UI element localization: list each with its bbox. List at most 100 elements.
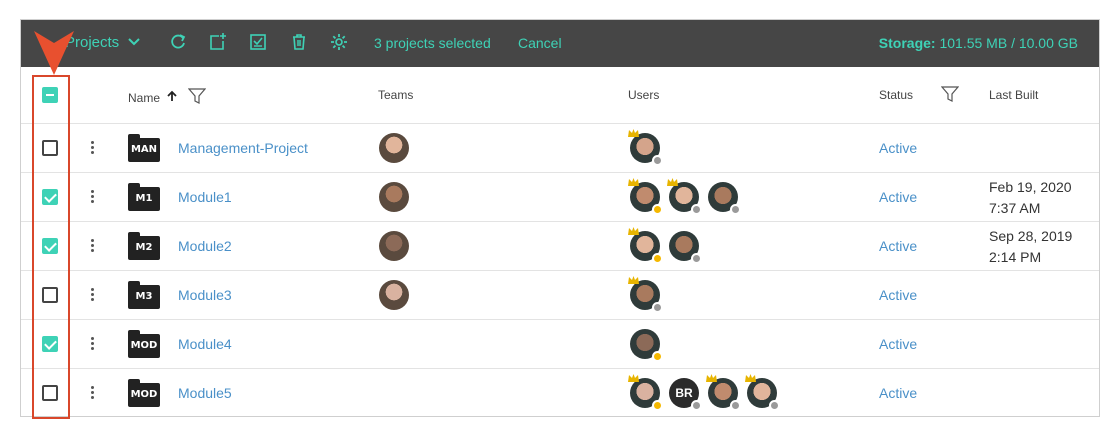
last-built-date: Feb 19, 2020: [989, 179, 1072, 195]
last-built-time: 7:37 AM: [989, 200, 1041, 216]
project-folder-icon: MAN: [128, 134, 160, 162]
presence-indicator: [691, 253, 702, 264]
team-avatar[interactable]: [379, 280, 409, 310]
project-icon-label: MOD: [130, 340, 158, 351]
refresh-icon[interactable]: [168, 32, 188, 52]
user-avatar[interactable]: [667, 178, 702, 215]
status-link[interactable]: Active: [879, 287, 917, 303]
owner-crown-icon: [628, 227, 639, 235]
owner-crown-icon: [745, 374, 756, 382]
project-name-link[interactable]: Module2: [178, 238, 232, 254]
cancel-button[interactable]: Cancel: [518, 35, 562, 51]
more-options-icon[interactable]: [91, 190, 95, 206]
name-header-label: Name: [128, 90, 161, 105]
user-avatar[interactable]: [669, 231, 702, 264]
more-options-icon[interactable]: [91, 337, 95, 353]
status-link[interactable]: Active: [879, 336, 917, 352]
presence-indicator: [730, 204, 741, 215]
presence-indicator: [730, 400, 741, 411]
last-built-value: Sep 28, 2019 2:14 PM: [989, 226, 1072, 268]
presence-indicator: [652, 204, 663, 215]
project-icon-label: MOD: [130, 389, 158, 400]
select-all-icon[interactable]: [248, 32, 268, 52]
project-name-link[interactable]: Module4: [178, 336, 232, 352]
status-link[interactable]: Active: [879, 189, 917, 205]
user-avatar[interactable]: [630, 329, 663, 362]
annotation-arrow-icon: [34, 31, 74, 75]
presence-indicator: [652, 302, 663, 313]
user-avatar[interactable]: [628, 374, 663, 411]
teams-column-header: Teams: [378, 88, 414, 102]
arrow-up-icon[interactable]: [166, 90, 178, 105]
project-name-link[interactable]: Module5: [178, 385, 232, 401]
status-filter-icon[interactable]: [940, 86, 960, 105]
owner-crown-icon: [667, 178, 678, 186]
name-column-header[interactable]: Name: [128, 88, 207, 107]
presence-indicator: [691, 400, 702, 411]
presence-indicator: [691, 204, 702, 215]
more-options-icon[interactable]: [91, 239, 95, 255]
user-avatar[interactable]: [628, 129, 663, 166]
team-avatar[interactable]: [379, 182, 409, 212]
user-avatar[interactable]: [706, 374, 741, 411]
status-link[interactable]: Active: [879, 140, 917, 156]
project-folder-icon: M2: [128, 232, 160, 260]
projects-dropdown[interactable]: Projects: [65, 34, 141, 51]
more-options-icon[interactable]: [91, 386, 95, 402]
storage-value: 101.55 MB / 10.00 GB: [939, 35, 1078, 51]
storage-info: Storage: 101.55 MB / 10.00 GB: [879, 35, 1078, 51]
project-folder-icon: MOD: [128, 379, 160, 407]
owner-crown-icon: [628, 276, 639, 284]
project-name-link[interactable]: Management-Project: [178, 140, 308, 156]
status-column-header[interactable]: Status: [879, 88, 913, 102]
owner-crown-icon: [706, 374, 717, 382]
presence-indicator: [769, 400, 780, 411]
owner-crown-icon: [628, 129, 639, 137]
project-icon-label: M1: [135, 193, 153, 204]
status-link[interactable]: Active: [879, 385, 917, 401]
status-link[interactable]: Active: [879, 238, 917, 254]
delete-icon[interactable]: [289, 32, 309, 52]
user-avatar[interactable]: [745, 374, 780, 411]
toolbar: Projects 3 projects selected Cancel Stor…: [21, 20, 1099, 67]
filter-icon[interactable]: [187, 88, 207, 107]
last-built-date: Sep 28, 2019: [989, 228, 1073, 244]
project-icon-label: M2: [135, 242, 153, 253]
table-header: Name Teams Users Status Last Built: [21, 67, 1099, 124]
users-column-header: Users: [628, 88, 660, 102]
project-name-link[interactable]: Module1: [178, 189, 232, 205]
presence-indicator: [652, 400, 663, 411]
project-name-link[interactable]: Module3: [178, 287, 232, 303]
last-built-column-header[interactable]: Last Built: [989, 88, 1038, 102]
user-avatar[interactable]: [628, 178, 663, 215]
table-row[interactable]: MAN Management-Project Active: [21, 124, 1099, 173]
chevron-down-icon: [127, 34, 141, 51]
table-row[interactable]: M2 Module2 Active Sep 28, 2019 2:14 PM: [21, 222, 1099, 271]
more-options-icon[interactable]: [91, 141, 95, 157]
user-avatar[interactable]: [628, 227, 663, 264]
owner-crown-icon: [628, 374, 639, 382]
presence-indicator: [652, 351, 663, 362]
project-icon-label: M3: [135, 291, 153, 302]
last-built-value: Feb 19, 2020 7:37 AM: [989, 177, 1072, 219]
project-folder-icon: M3: [128, 281, 160, 309]
team-avatar[interactable]: [379, 231, 409, 261]
user-avatar[interactable]: [628, 276, 663, 313]
user-avatar[interactable]: [708, 182, 741, 215]
project-folder-icon: M1: [128, 183, 160, 211]
checkbox-column-highlight: [32, 75, 70, 419]
presence-indicator: [652, 155, 663, 166]
owner-crown-icon: [628, 178, 639, 186]
project-icon-label: MAN: [130, 144, 158, 155]
new-project-icon[interactable]: [207, 32, 227, 52]
table-row[interactable]: M3 Module3 Active: [21, 271, 1099, 320]
more-options-icon[interactable]: [91, 288, 95, 304]
user-initials-avatar[interactable]: BR: [669, 378, 702, 411]
storage-label: Storage:: [878, 35, 936, 51]
team-avatar[interactable]: [379, 133, 409, 163]
table-row[interactable]: MOD Module4 Active: [21, 320, 1099, 369]
settings-icon[interactable]: [329, 32, 349, 52]
table-row[interactable]: MOD Module5 BR Active: [21, 369, 1099, 416]
project-folder-icon: MOD: [128, 330, 160, 358]
table-row[interactable]: M1 Module1 Active Feb 19, 2020 7:37 AM: [21, 173, 1099, 222]
